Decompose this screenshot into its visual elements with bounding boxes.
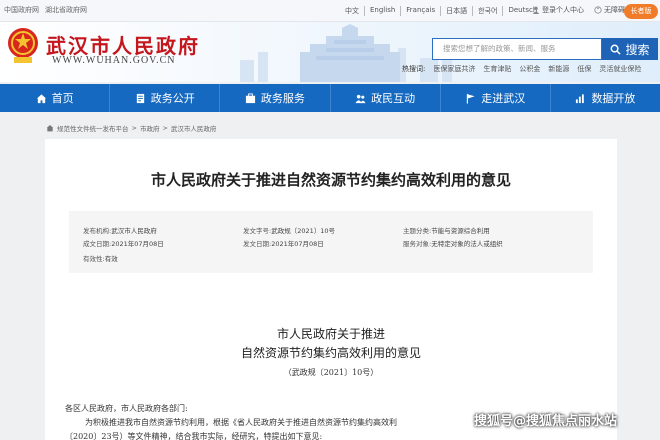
- hot-word[interactable]: 灵活就业保险: [599, 64, 641, 74]
- meta-topic: 主题分类: 节能与资源综合利用: [403, 225, 490, 235]
- link-hubei-gov[interactable]: 湖北省政府网: [45, 5, 87, 15]
- meta-publisher: 发布机构: 武汉市人民政府: [83, 225, 157, 235]
- breadcrumb-item[interactable]: 市政府: [140, 123, 160, 133]
- meta-key: 发文日期:: [243, 240, 272, 248]
- home-icon: [36, 93, 46, 103]
- breadcrumb-item[interactable]: 武汉市人民政府: [171, 123, 217, 133]
- link-gov-cn[interactable]: 中国政府网: [4, 5, 39, 15]
- body-title-line-1: 市人民政府关于推进: [276, 327, 385, 341]
- meta-value: 2021年07月08日: [271, 240, 324, 248]
- elder-mode-button[interactable]: 长者版: [624, 4, 658, 19]
- watermark-text: 搜狐号@搜狐焦点丽水站: [474, 414, 618, 429]
- meta-pubdate: 发文日期: 2021年07月08日: [243, 238, 324, 248]
- document-meta-table: 发布机构: 武汉市人民政府 发文字号: 武政规〔2021〕10号 主题分类: 节…: [69, 211, 593, 273]
- hot-word[interactable]: 生育津贴: [483, 64, 511, 74]
- service-icon: [245, 92, 256, 103]
- login-label: 登录个人中心: [542, 6, 584, 14]
- site-url: WWW.WUHAN.GOV.CN: [52, 55, 176, 66]
- salutation: 各区人民政府，市人民政府各部门:: [65, 404, 188, 413]
- body-paragraph: 为积极推进我市自然资源节约利用，根据《省人民政府关于推进自然资源节约集约高效利: [85, 418, 397, 427]
- meta-key: 主题分类:: [403, 227, 432, 235]
- nav-interaction[interactable]: 政民互动: [331, 84, 441, 112]
- hot-words-label: 热搜词:: [402, 65, 426, 73]
- lang-en[interactable]: English: [365, 6, 402, 16]
- breadcrumb-separator: >: [162, 124, 168, 132]
- search-icon: [611, 44, 622, 55]
- hot-word[interactable]: 医保家庭共济: [433, 64, 475, 74]
- meta-value: 有效: [104, 255, 118, 263]
- nav-label: 政民互动: [371, 92, 416, 105]
- hot-search-words: 热搜词: 医保家庭共济 生育津贴 公积金 新能源 低保 灵活就业保险: [402, 64, 641, 74]
- lang-fr[interactable]: Français: [401, 6, 442, 16]
- login-link[interactable]: 登录个人中心: [532, 5, 584, 15]
- top-utility-bar: 中国政府网 湖北省政府网 中文 English Français 日本語 한국어…: [0, 0, 660, 22]
- meta-key: 有效性:: [83, 255, 105, 263]
- body-title-line-2: 自然资源节约集约高效利用的意见: [240, 346, 421, 360]
- lang-zh[interactable]: 中文: [340, 6, 365, 16]
- nav-label: 首页: [51, 92, 74, 105]
- meta-value: 节能与资源综合利用: [431, 227, 490, 235]
- nav-gov-affairs[interactable]: 政务公开: [110, 84, 221, 112]
- external-links: 中国政府网 湖北省政府网: [4, 5, 87, 15]
- meta-validity: 有效性: 有效: [83, 253, 118, 263]
- meta-value: 武政规〔2021〕10号: [271, 227, 336, 235]
- meta-value: 无特定对象的法人或组织: [431, 240, 503, 248]
- meta-target: 服务对象: 无特定对象的法人或组织: [403, 238, 503, 248]
- interact-icon: [355, 94, 366, 103]
- hot-word[interactable]: 低保: [577, 64, 591, 74]
- body-paragraph: 〔2020〕23号）等文件精神，结合我市实际，经研究，特提出如下意见:: [65, 432, 323, 440]
- nav-gov-services[interactable]: 政务服务: [220, 84, 331, 112]
- hot-word[interactable]: 新能源: [548, 64, 569, 74]
- accessibility-icon: [594, 6, 602, 14]
- hot-word[interactable]: 公积金: [519, 64, 540, 74]
- breadcrumb: 规范性文件统一发布平台 > 市政府 > 武汉市人民政府: [46, 123, 216, 133]
- meta-date: 成文日期: 2021年07月08日: [83, 238, 164, 248]
- accessible-link[interactable]: 无障碍: [594, 5, 625, 15]
- user-icon: [532, 6, 540, 14]
- meta-value: 2021年07月08日: [111, 240, 164, 248]
- breadcrumb-separator: >: [131, 124, 137, 132]
- lang-ko[interactable]: 한국어: [473, 6, 504, 16]
- main-nav: 首页 政务公开 政务服务 政民互动 走进武汉 数据开放: [0, 84, 660, 112]
- home-icon: [46, 125, 54, 132]
- meta-value: 武汉市人民政府: [111, 227, 157, 235]
- accessible-label: 无障碍: [604, 6, 625, 14]
- chart-icon: [576, 93, 585, 103]
- language-switcher: 中文 English Français 日本語 한국어 Deutsch: [340, 6, 542, 16]
- nav-label: 走进武汉: [481, 92, 526, 105]
- document-number: （武政规〔2021〕10号）: [283, 368, 379, 377]
- nav-home[interactable]: 首页: [0, 84, 111, 112]
- article-card: 市人民政府关于推进自然资源节约集约高效利用的意见 发布机构: 武汉市人民政府 发…: [45, 139, 617, 440]
- nav-open-data[interactable]: 数据开放: [551, 84, 660, 112]
- breadcrumb-item[interactable]: 规范性文件统一发布平台: [57, 123, 129, 133]
- nav-enter-wuhan[interactable]: 走进武汉: [441, 84, 551, 112]
- flag-icon: [467, 93, 475, 104]
- meta-key: 发布机构:: [83, 227, 112, 235]
- national-emblem-logo: [8, 28, 38, 63]
- search-button[interactable]: 搜索: [602, 38, 658, 60]
- meta-key: 成文日期:: [83, 240, 112, 248]
- lang-ja[interactable]: 日本語: [441, 6, 474, 16]
- nav-label: 政务公开: [150, 92, 195, 105]
- site-header: 武汉市人民政府 WWW.WUHAN.GOV.CN 搜索您想了解的政策、新闻、服务…: [0, 22, 660, 82]
- nav-label: 政务服务: [260, 92, 305, 105]
- nav-label: 数据开放: [591, 92, 636, 105]
- meta-key: 服务对象:: [403, 240, 432, 248]
- top-tools: 登录个人中心 无障碍: [532, 5, 625, 15]
- article-title: 市人民政府关于推进自然资源节约集约高效利用的意见: [150, 171, 511, 189]
- doc-icon: [136, 93, 144, 103]
- search-input[interactable]: 搜索您想了解的政策、新闻、服务: [432, 38, 602, 60]
- search-button-label: 搜索: [625, 42, 650, 57]
- meta-docno: 发文字号: 武政规〔2021〕10号: [243, 225, 335, 235]
- meta-key: 发文字号:: [243, 227, 272, 235]
